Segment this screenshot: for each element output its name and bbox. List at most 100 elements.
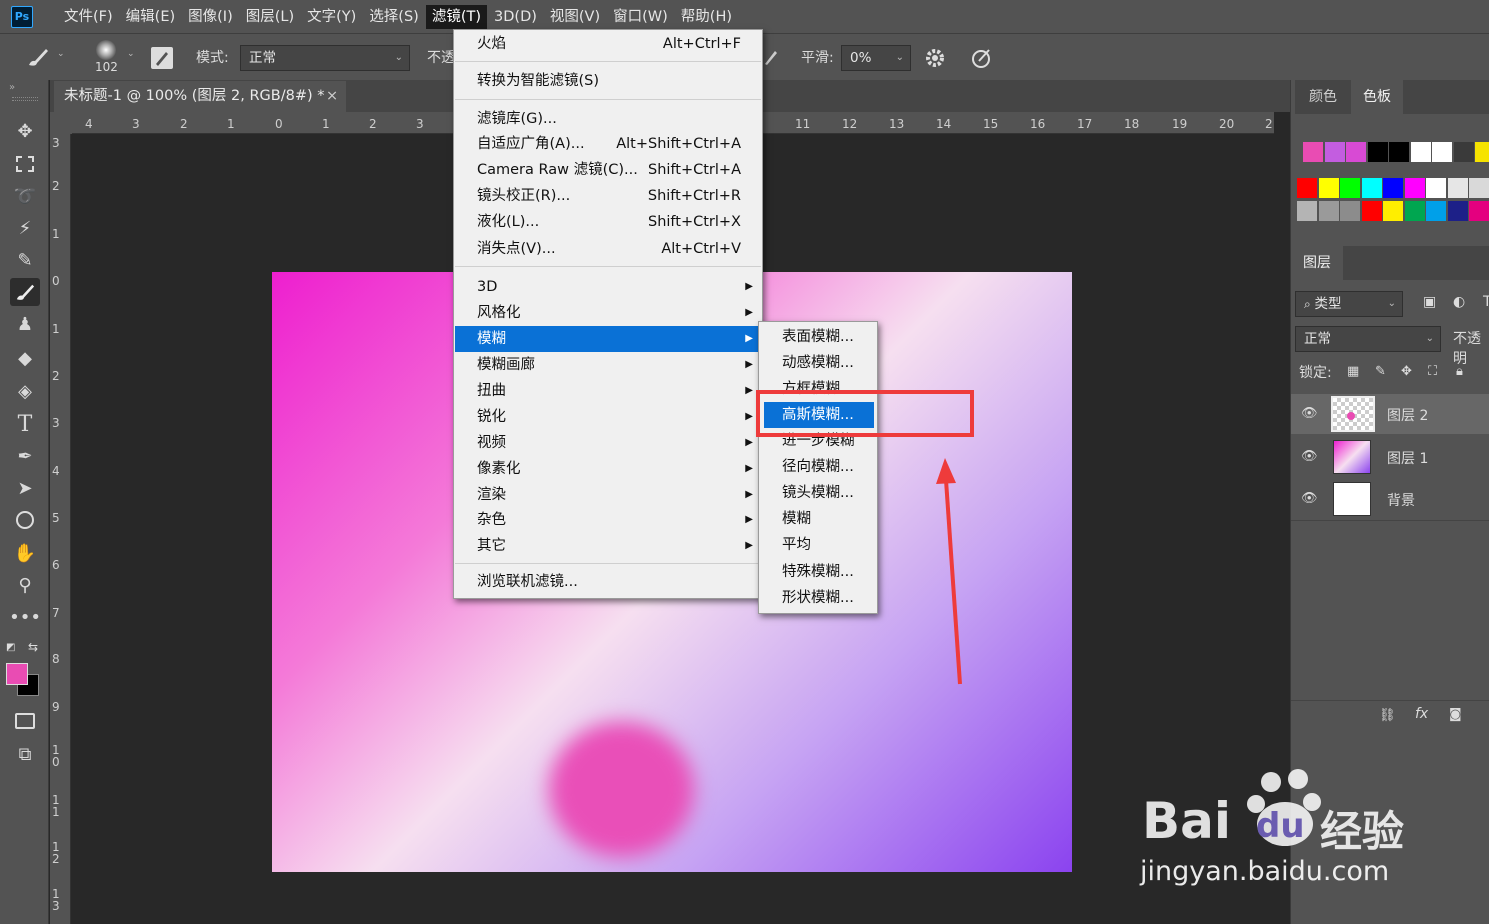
color-swatch[interactable] — [1383, 178, 1403, 198]
menu-item-browse-online-filters[interactable]: 浏览联机滤镜... — [455, 569, 761, 595]
submenu-item-shape-blur[interactable]: 形状模糊... — [760, 585, 876, 611]
layer-name[interactable]: 背景 — [1387, 490, 1415, 510]
menu-item-filter-gallery[interactable]: 滤镜库(G)... — [455, 106, 761, 132]
tab-color[interactable]: 颜色 — [1297, 80, 1349, 114]
color-swatch[interactable] — [1340, 178, 1360, 198]
color-swatch[interactable] — [1324, 142, 1345, 162]
ellipse-tool-icon[interactable] — [10, 506, 40, 534]
smooth-input[interactable]: 0% ⌄ — [841, 45, 911, 71]
grip-handle[interactable] — [12, 97, 38, 101]
color-swatch[interactable] — [1426, 178, 1446, 198]
menu-item-video[interactable]: 视频 ▶ — [455, 430, 761, 456]
menu-item-liquify[interactable]: 液化(L)... Shift+Ctrl+X — [455, 209, 761, 235]
hand-tool-icon[interactable]: ✋ — [10, 539, 40, 567]
submenu-item-surface-blur[interactable]: 表面模糊... — [760, 324, 876, 350]
menu-item-sharpen[interactable]: 锐化 ▶ — [455, 404, 761, 430]
menu-item-camera-raw[interactable]: Camera Raw 滤镜(C)... Shift+Ctrl+A — [455, 157, 761, 183]
type-tool-icon[interactable]: T — [10, 410, 40, 438]
menu-item-flame[interactable]: 火焰 Alt+Ctrl+F — [455, 31, 761, 57]
move-tool-icon[interactable]: ✥ — [10, 117, 40, 145]
color-swatch[interactable] — [1469, 178, 1489, 198]
color-swatch[interactable] — [1367, 142, 1388, 162]
lock-all-icon[interactable]: 🔒︎ — [1456, 364, 1463, 379]
submenu-item-smart-blur[interactable]: 特殊模糊... — [760, 559, 876, 585]
menu-image[interactable]: 图像(I) — [182, 5, 239, 29]
lock-artboard-icon[interactable]: ⛶ — [1428, 364, 1437, 379]
menu-view[interactable]: 视图(V) — [544, 5, 606, 29]
type-filter-icon[interactable]: T — [1483, 294, 1489, 310]
menu-3d[interactable]: 3D(D) — [488, 5, 543, 29]
menu-window[interactable]: 窗口(W) — [607, 5, 674, 29]
lock-position-icon[interactable]: ✥ — [1401, 364, 1412, 379]
color-swatch[interactable] — [1447, 178, 1468, 198]
quick-mask-icon[interactable] — [10, 707, 40, 735]
document-tab[interactable]: 未标题-1 @ 100% (图层 2, RGB/8#) * × — [54, 81, 346, 112]
layer-name[interactable]: 图层 2 — [1387, 405, 1428, 425]
menu-layer[interactable]: 图层(L) — [240, 5, 300, 29]
menu-help[interactable]: 帮助(H) — [675, 5, 738, 29]
menu-item-distort[interactable]: 扭曲 ▶ — [455, 378, 761, 404]
eye-icon[interactable]: 👁︎ — [1301, 406, 1318, 421]
color-swatch[interactable] — [1318, 201, 1339, 221]
chevron-down-icon[interactable]: ⌄ — [57, 49, 65, 59]
submenu-item-blur[interactable]: 模糊 — [760, 506, 876, 532]
menu-item-adaptive-wide-angle[interactable]: 自适应广角(A)... Alt+Shift+Ctrl+A — [455, 131, 761, 157]
color-swatch[interactable] — [1340, 201, 1360, 221]
link-icon[interactable]: ⛓ — [1379, 708, 1396, 723]
tab-swatches[interactable]: 色板 — [1351, 80, 1403, 114]
eraser-tool-icon[interactable]: ◆ — [10, 344, 40, 372]
color-swatch[interactable] — [1447, 201, 1468, 221]
close-icon[interactable]: × — [326, 81, 338, 112]
tab-layers[interactable]: 图层 — [1291, 246, 1343, 280]
foreground-color-swatch[interactable] — [6, 663, 28, 685]
color-swatch[interactable] — [1404, 201, 1425, 221]
layer-row-1[interactable]: 👁︎ 图层 1 — [1291, 437, 1489, 477]
paint-bucket-tool-icon[interactable]: ◈ — [10, 377, 40, 405]
menu-item-noise[interactable]: 杂色 ▶ — [455, 507, 761, 533]
lock-pixels-icon[interactable]: ✎ — [1375, 364, 1386, 379]
menu-edit[interactable]: 编辑(E) — [120, 5, 181, 29]
color-swatch[interactable] — [1475, 142, 1489, 162]
mode-select[interactable]: 正常 ⌄ — [240, 45, 410, 71]
menu-item-blur[interactable]: 模糊 ▶ — [455, 326, 761, 352]
color-swatch[interactable] — [1389, 142, 1409, 162]
stamp-tool-icon[interactable]: ♟ — [10, 310, 40, 338]
menu-item-render[interactable]: 渲染 ▶ — [455, 482, 761, 508]
default-colors-icon[interactable]: ◩ — [6, 642, 15, 653]
magic-wand-tool-icon[interactable]: ⚡ — [10, 214, 40, 242]
color-swatch[interactable] — [1303, 142, 1323, 162]
image-filter-icon[interactable]: ▣ — [1423, 294, 1436, 310]
submenu-item-radial-blur[interactable]: 径向模糊... — [760, 454, 876, 480]
eyedropper-tool-icon[interactable]: ✎ — [10, 246, 40, 274]
eye-icon[interactable]: 👁︎ — [1301, 449, 1318, 464]
lasso-tool-icon[interactable]: ➰ — [10, 182, 40, 210]
submenu-item-lens-blur[interactable]: 镜头模糊... — [760, 480, 876, 506]
menu-filter[interactable]: 滤镜(T) — [425, 4, 488, 29]
color-swatch[interactable] — [1383, 201, 1403, 221]
screen-mode-icon[interactable]: ⧉ — [10, 740, 40, 768]
color-swatch[interactable] — [1469, 201, 1489, 221]
layer-name[interactable]: 图层 1 — [1387, 448, 1428, 468]
color-swatch[interactable] — [1432, 142, 1452, 162]
layer-filter-select[interactable]: ⌕ 类型 ⌄ — [1295, 291, 1403, 317]
menu-item-3d[interactable]: 3D ▶ — [455, 274, 761, 300]
collapse-icon[interactable]: » — [9, 82, 15, 93]
menu-item-lens-correction[interactable]: 镜头校正(R)... Shift+Ctrl+R — [455, 183, 761, 209]
eye-icon[interactable]: 👁︎ — [1301, 491, 1318, 506]
marquee-tool-icon[interactable] — [10, 150, 40, 178]
color-swatch[interactable] — [1410, 142, 1431, 162]
color-swatch[interactable] — [1297, 178, 1317, 198]
color-swatch[interactable] — [1297, 201, 1317, 221]
color-swatch[interactable] — [1453, 142, 1474, 162]
brush-settings-icon[interactable] — [151, 47, 173, 69]
swap-colors-icon[interactable]: ⇆ — [28, 640, 38, 654]
path-select-tool-icon[interactable]: ➤ — [10, 474, 40, 502]
fx-icon[interactable]: fx — [1415, 706, 1428, 722]
menu-item-stylize[interactable]: 风格化 ▶ — [455, 300, 761, 326]
color-swatch[interactable] — [1346, 142, 1366, 162]
menu-file[interactable]: 文件(F) — [58, 5, 119, 29]
color-swatch[interactable] — [1426, 201, 1446, 221]
submenu-item-motion-blur[interactable]: 动感模糊... — [760, 350, 876, 376]
menu-item-other[interactable]: 其它 ▶ — [455, 533, 761, 559]
adjustment-filter-icon[interactable]: ◐ — [1453, 294, 1465, 310]
